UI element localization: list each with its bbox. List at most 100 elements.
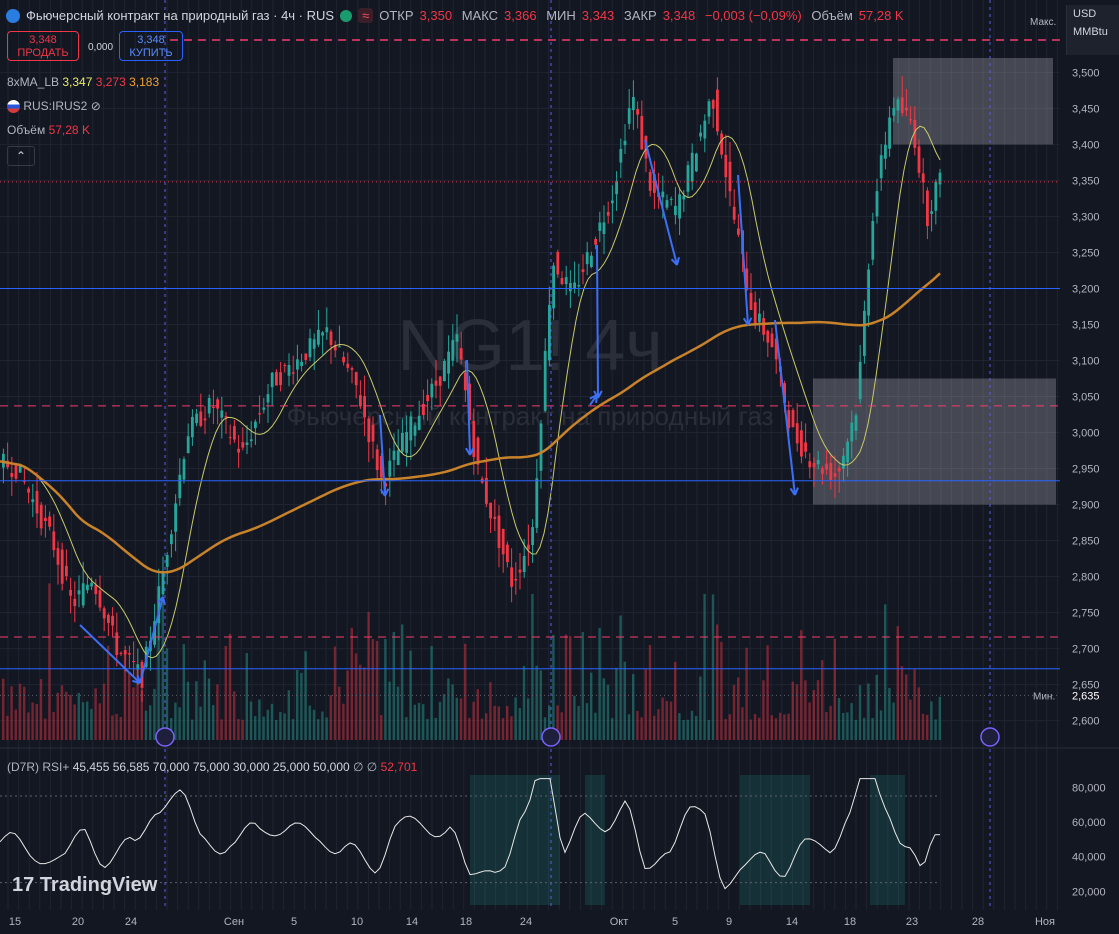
volume-bar bbox=[363, 667, 366, 740]
volume-bar bbox=[627, 714, 631, 740]
candle-body bbox=[850, 422, 854, 442]
volume-bar bbox=[94, 688, 97, 740]
volume-bar bbox=[875, 674, 878, 740]
candle-body bbox=[283, 365, 287, 367]
watermark-symbol: NG1! 4ч bbox=[397, 306, 663, 386]
rsi-name: (D7R) RSI+ bbox=[7, 760, 70, 774]
time-tick: Ноя bbox=[1035, 916, 1055, 928]
hidden-eye-icon[interactable]: ⊘ bbox=[91, 99, 101, 113]
candle-body bbox=[800, 430, 803, 457]
candle-body bbox=[39, 504, 43, 529]
candle-body bbox=[560, 277, 564, 285]
time-tick: Окт bbox=[610, 916, 629, 928]
candle-body bbox=[128, 653, 131, 655]
candle-body bbox=[86, 584, 89, 591]
price-chart[interactable]: NG1! 4ч Фьючерсный контракт на природный … bbox=[0, 0, 1119, 934]
volume-bar bbox=[535, 665, 538, 740]
candle-body bbox=[178, 474, 182, 499]
candle-body bbox=[203, 418, 207, 421]
candle-body bbox=[669, 198, 673, 200]
rsi-param: 56,585 bbox=[112, 760, 150, 774]
time-axis-bg bbox=[0, 910, 1119, 934]
volume-bar bbox=[657, 709, 660, 740]
candle-body bbox=[338, 346, 341, 348]
price-tick: 2,850 bbox=[1072, 536, 1100, 548]
volume-bar bbox=[312, 709, 316, 740]
volume-bar bbox=[98, 703, 101, 740]
candle-body bbox=[581, 269, 585, 273]
volume-bar bbox=[787, 713, 790, 740]
volume-bar bbox=[367, 611, 370, 740]
volume-bar bbox=[384, 639, 387, 740]
candle-body bbox=[69, 589, 72, 596]
candle-body bbox=[367, 418, 371, 443]
compare-legend[interactable]: RUS:IRUS2 ⊘ bbox=[7, 99, 101, 114]
candle-body bbox=[938, 172, 942, 185]
volume-bar bbox=[573, 695, 576, 740]
time-tick: 18 bbox=[460, 916, 472, 928]
volume-bar bbox=[863, 717, 866, 740]
candle-body bbox=[527, 544, 530, 550]
candle-body bbox=[602, 222, 606, 235]
candle-body bbox=[476, 437, 480, 465]
volume-bar bbox=[472, 701, 475, 740]
candle-body bbox=[518, 569, 522, 573]
candle-body bbox=[241, 442, 245, 448]
rsi-legend[interactable]: (D7R) RSI+ 45,455 56,585 70,000 75,000 3… bbox=[7, 760, 417, 774]
volume-bar bbox=[375, 640, 379, 740]
candle-body bbox=[884, 144, 887, 159]
currency-code[interactable]: USD bbox=[1067, 5, 1119, 23]
volume-bar bbox=[812, 690, 815, 740]
approx-icon[interactable]: ≈ bbox=[358, 8, 374, 23]
candle-body bbox=[594, 239, 597, 245]
candle-body bbox=[522, 556, 526, 572]
volume-bar bbox=[510, 716, 513, 740]
support-zone bbox=[813, 378, 1056, 505]
volume-bar bbox=[900, 666, 904, 740]
candle-body bbox=[119, 652, 123, 654]
volume-bar bbox=[590, 672, 593, 740]
candle-body bbox=[375, 449, 379, 471]
time-tick: 23 bbox=[906, 916, 918, 928]
volume-bar bbox=[212, 705, 215, 740]
volume-bar bbox=[497, 706, 500, 740]
rsi-param: 75,000 bbox=[192, 760, 230, 774]
candle-body bbox=[812, 463, 816, 468]
volume-legend[interactable]: Объём 57,28 K bbox=[7, 123, 90, 137]
volume-bar bbox=[842, 712, 845, 740]
symbol-title[interactable]: Фьючерсный контракт на природный газ · 4… bbox=[26, 8, 334, 23]
collapse-legend-button[interactable]: ⌃ bbox=[7, 146, 35, 166]
open-value: 3,350 bbox=[419, 8, 453, 23]
volume-bar bbox=[81, 702, 85, 740]
candle-body bbox=[548, 304, 551, 361]
candle-body bbox=[73, 598, 77, 607]
currency-unit[interactable]: MMBtu bbox=[1067, 23, 1119, 41]
volume-bar bbox=[342, 703, 345, 740]
price-tick: 3,200 bbox=[1072, 283, 1100, 295]
currency-selector[interactable]: USD MMBtu bbox=[1066, 5, 1119, 55]
buy-button[interactable]: 3,348 КУПИТЬ bbox=[119, 31, 183, 61]
volume-bar bbox=[426, 718, 429, 740]
sell-button[interactable]: 3,348 ПРОДАТЬ bbox=[7, 31, 79, 61]
volume-bar bbox=[86, 701, 89, 740]
volume-bar bbox=[275, 719, 278, 740]
volume-bar bbox=[800, 630, 803, 740]
candle-body bbox=[220, 410, 224, 418]
time-tick: Сен bbox=[224, 916, 244, 928]
volume-bar bbox=[392, 631, 395, 740]
ma-legend[interactable]: 8xMA_LB 3,347 3,273 3,183 bbox=[7, 75, 159, 89]
ma-fast-value: 3,347 bbox=[62, 75, 93, 89]
volume-bar bbox=[417, 702, 421, 740]
candle-body bbox=[90, 582, 93, 587]
price-tick: 2,750 bbox=[1072, 608, 1100, 620]
candle-body bbox=[606, 211, 610, 216]
volume-bar bbox=[560, 712, 563, 740]
candle-body bbox=[552, 265, 555, 309]
rsi-tick: 60,000 bbox=[1072, 817, 1106, 829]
tradingview-logo[interactable]: 17 TradingView bbox=[12, 874, 157, 897]
price-tick: 3,300 bbox=[1072, 211, 1100, 223]
candle-body bbox=[640, 115, 644, 150]
price-axis-bg bbox=[1060, 0, 1119, 910]
rsi-tick: 80,000 bbox=[1072, 782, 1106, 794]
volume-bar bbox=[119, 717, 122, 740]
